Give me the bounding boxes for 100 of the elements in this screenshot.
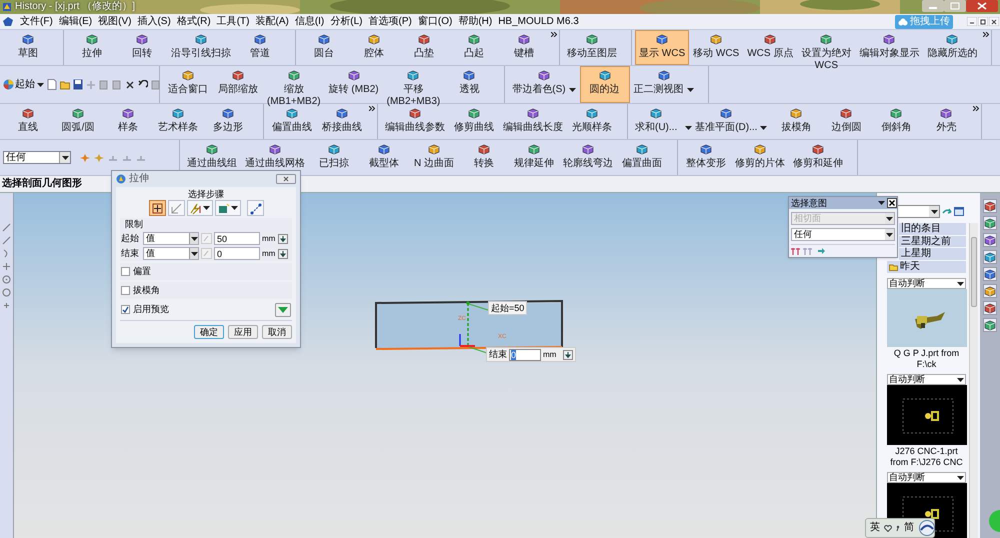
toolbar-button[interactable]: 通过曲线网格 [241, 140, 309, 175]
menu-item[interactable]: 装配(A) [252, 16, 292, 26]
toolbar-button[interactable]: 桥接曲线 [317, 104, 367, 139]
menu-item[interactable]: 文件(F) [17, 16, 56, 26]
formula-icon[interactable] [201, 233, 212, 244]
toolbar-button[interactable]: 圆的边 [580, 66, 630, 103]
toolbar-button[interactable]: 样条 [103, 104, 153, 139]
value-field[interactable]: 50 [214, 232, 260, 245]
stop-at-intersection-icon[interactable] [791, 247, 800, 255]
toolbar-button[interactable]: 倒斜角 [871, 104, 922, 139]
toolbar-button[interactable]: 规律延伸 [509, 140, 559, 175]
toolbar-button[interactable]: 转换 [459, 140, 509, 175]
toolbar-button[interactable]: 偏置曲面 [617, 140, 667, 175]
toolbar-button[interactable]: 编辑对象显示 [855, 30, 924, 65]
ime-script[interactable]: 简 [904, 523, 914, 533]
menu-item[interactable]: 分析(L) [327, 16, 366, 26]
snap-icon[interactable] [80, 152, 91, 162]
toolbar-button[interactable]: 正二测视图 [630, 66, 698, 103]
toolbar-button[interactable]: 多边形 [203, 104, 253, 139]
more-icon[interactable] [973, 106, 980, 111]
toolbar-button[interactable]: WCS 原点 [743, 30, 798, 65]
step-button[interactable] [214, 200, 240, 216]
toolbar-button[interactable]: 已扫掠 [309, 140, 359, 175]
toolbar-button[interactable]: N 边曲面 [409, 140, 459, 175]
follow-fillet-icon[interactable] [803, 247, 812, 255]
expand-icon[interactable] [275, 302, 291, 316]
mode-dropdown[interactable]: 值 [143, 232, 199, 245]
maximize-icon[interactable] [944, 0, 966, 12]
step-button[interactable] [186, 200, 212, 216]
toolbar-button[interactable]: 隐藏所选的 [923, 30, 982, 65]
close-icon[interactable] [887, 198, 897, 208]
sketch-drawing[interactable] [375, 300, 563, 350]
toolbar-button[interactable]: 艺术样条 [153, 104, 203, 139]
history-group[interactable]: 旧的条目 [899, 222, 966, 235]
delete-icon[interactable] [125, 80, 135, 90]
save-icon[interactable] [73, 79, 83, 90]
mascot-icon[interactable] [918, 520, 936, 536]
history-group[interactable]: 三星期之前 [899, 236, 966, 248]
menu-item[interactable]: 视图(V) [95, 16, 134, 26]
toolbar-button[interactable]: 回转 [117, 30, 167, 65]
toolbar-button[interactable]: 管道 [235, 30, 285, 65]
toolbar-button[interactable]: 键槽 [499, 30, 549, 65]
minimize-icon[interactable] [967, 17, 977, 26]
menu-item[interactable]: 插入(S) [134, 16, 174, 26]
toolbar-button[interactable]: 通过曲线组 [183, 140, 241, 175]
toolbar-button[interactable]: 修剪的片体 [731, 140, 789, 175]
toolbar-button[interactable]: 带边着色(S) [508, 66, 580, 103]
window-icon[interactable] [954, 206, 966, 217]
checkbox[interactable] [121, 267, 130, 276]
arrow-down-icon[interactable] [563, 350, 574, 360]
menu-item[interactable]: HB_MOULD M6.3 [495, 16, 582, 26]
toolbar-button[interactable]: 适合窗口 [163, 66, 213, 103]
toolbar-button[interactable]: 基准平面(D)... [681, 104, 772, 139]
dialog-button[interactable]: 确定 [194, 325, 224, 339]
filter-dropdown[interactable]: 任何 [3, 151, 71, 164]
circle-icon[interactable] [2, 275, 11, 284]
menu-item[interactable]: 格式(R) [174, 16, 214, 26]
arrow-down-icon[interactable] [278, 248, 288, 258]
checkbox[interactable] [121, 286, 130, 295]
toolbar-button[interactable]: 腔体 [349, 30, 399, 65]
new-file-icon[interactable] [47, 79, 57, 90]
start-button[interactable]: 起始 [3, 77, 44, 92]
close-icon[interactable] [989, 17, 999, 26]
more-icon[interactable] [983, 32, 990, 37]
filter-dropdown[interactable]: 自动判断 [887, 374, 966, 386]
restore-icon[interactable] [978, 17, 988, 26]
menu-item[interactable]: 首选项(P) [366, 16, 415, 26]
history-group[interactable]: 昨天 [887, 261, 966, 274]
toolbar-button[interactable]: 沿导引线扫掠 [167, 30, 235, 65]
toolbar-button[interactable]: 圆台 [299, 30, 349, 65]
menu-item[interactable]: 窗口(O) [414, 16, 456, 26]
scrollbar[interactable] [969, 223, 978, 538]
toolbar-button[interactable]: 边倒圆 [821, 104, 872, 139]
toolbar-button[interactable]: 编辑曲线长度 [499, 104, 567, 139]
step-button[interactable] [246, 200, 264, 216]
point-icon[interactable] [94, 152, 105, 162]
more-icon[interactable] [551, 32, 557, 37]
toolbar-button[interactable]: 截型体 [359, 140, 409, 175]
toolbar-button[interactable]: 修剪和延伸 [789, 140, 847, 175]
toolbar-button[interactable]: 直线 [3, 104, 53, 139]
filter-dropdown[interactable]: 自动判断 [887, 472, 966, 484]
circle-icon[interactable] [2, 288, 11, 297]
toolbar-button[interactable]: 拔模角 [771, 104, 822, 139]
more-icon[interactable] [369, 106, 375, 111]
toolbar-button[interactable]: 凸垫 [399, 30, 449, 65]
toolbar-button[interactable]: 光顺样条 [567, 104, 617, 139]
dialog-button[interactable]: 应用 [228, 325, 258, 339]
toolbar-button[interactable]: 移动至图层 [563, 30, 621, 65]
menu-item[interactable]: 编辑(E) [56, 16, 96, 26]
toolbar-button[interactable]: 透视 [444, 66, 494, 103]
plus-icon[interactable] [2, 301, 11, 310]
arrow-down-icon[interactable] [278, 234, 288, 244]
toolbar-button[interactable]: 移动 WCS [689, 30, 744, 65]
checkbox[interactable] [121, 305, 130, 314]
toolbar-button[interactable]: 拉伸 [67, 30, 117, 65]
toolbar-button[interactable]: 偏置曲线 [267, 104, 317, 139]
menu-item[interactable]: 信息(I) [292, 16, 328, 26]
value-field[interactable]: 0 [509, 348, 541, 360]
arrow-icon[interactable] [817, 247, 826, 255]
step-button[interactable] [148, 200, 166, 216]
